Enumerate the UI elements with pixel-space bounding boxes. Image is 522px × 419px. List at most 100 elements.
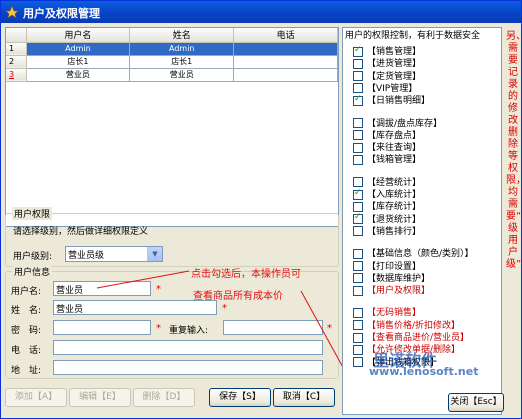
checkbox-empty-icon[interactable] [353,58,363,69]
checkbox-empty-icon[interactable] [353,142,363,153]
checkbox-checked-icon[interactable] [353,45,363,57]
checkbox-checked-icon[interactable] [353,212,363,225]
permission-checkbox[interactable]: 【无码销售】 [353,305,421,318]
permission-checkbox[interactable]: 【库存盘点】 [353,128,421,141]
permission-checkbox[interactable]: 【基础信息（颜色/类别）】 [353,246,474,259]
save-button[interactable]: 保存【S】 [209,388,271,407]
title-bar[interactable]: 用户及权限管理 [1,1,521,23]
cancel-button[interactable]: 取消【C】 [273,388,335,407]
chevron-down-icon[interactable]: ▼ [147,247,162,261]
user-permission-legend: 用户权限 [12,207,53,220]
permission-checkbox[interactable]: 【日销售明细】 [353,93,431,107]
add-button[interactable]: 添加【A】 [5,388,67,407]
user-level-select[interactable]: 营业员级 ▼ [65,246,163,262]
password-field[interactable] [53,320,151,335]
checkbox-checked-icon[interactable] [353,94,363,106]
permission-checkbox[interactable]: 【退货统计】 [353,212,421,225]
col-header-phone[interactable]: 电话 [233,28,338,43]
repeat-password-field[interactable] [223,320,323,335]
password-label: 密 码: [11,326,42,336]
checkbox-empty-icon[interactable] [353,261,363,271]
close-button[interactable]: 关闭【Esc】 [448,393,504,412]
checkbox-empty-icon[interactable] [353,285,363,296]
checkbox-empty-icon[interactable] [353,83,363,94]
username-field[interactable]: 营业员 [53,281,151,296]
permission-checkbox[interactable]: 【查看商品进价/营业员】 [353,330,469,343]
permission-label: 【销售排行】 [367,226,422,237]
permission-checkbox[interactable]: 【入库统计】 [353,187,421,200]
user-permission-window: 用户及权限管理 用户名 姓名 电话 1 Admin Admin 2 店长1 店长… [0,0,522,419]
edit-button[interactable]: 编辑【E】 [69,388,131,407]
permission-checkbox[interactable]: 【数据库维护】 [353,271,430,284]
checkbox-empty-icon[interactable] [353,201,363,212]
window-title: 用户及权限管理 [23,7,100,20]
checkbox-empty-icon[interactable] [353,332,363,343]
permission-checkbox[interactable]: 【进货管理】 [353,56,421,69]
delete-button[interactable]: 删除【D】 [133,388,195,407]
cell-phone[interactable] [233,42,338,56]
col-header-name[interactable]: 姓名 [129,28,235,43]
table-row[interactable]: 1 Admin Admin [6,42,338,56]
checkbox-empty-icon[interactable] [353,248,363,259]
phone-field[interactable] [53,340,323,355]
permission-checkbox[interactable]: 【销售管理】 [353,44,421,57]
cell-name[interactable]: Admin [129,42,235,56]
user-info-legend: 用户信息 [12,265,53,278]
table-row[interactable]: 3 营业员 营业员 [6,68,338,82]
permission-checkbox[interactable]: 【销售价格/折扣修改】 [353,318,460,331]
permission-checkbox[interactable]: 【VIP管理】 [353,81,417,94]
name-field[interactable]: 营业员 [53,300,217,315]
checkbox-empty-icon[interactable] [353,320,363,331]
checkbox-empty-icon[interactable] [353,344,363,355]
permission-checkbox[interactable]: 【钱箱管理】 [353,152,422,166]
permission-checkbox[interactable]: 【定货管理】 [353,69,421,82]
checkbox-empty-icon[interactable] [353,118,363,128]
permission-checkbox[interactable]: 【来往查询】 [353,140,421,153]
cell-phone[interactable] [233,55,338,69]
user-level-value: 营业员级 [68,251,105,261]
grid-corner [6,28,27,43]
annotation-line-2: 查看商品所有成本价 [193,291,283,302]
cell-username[interactable]: 营业员 [26,68,131,82]
required-mark: * [156,323,161,334]
permission-checkbox[interactable]: 【经营统计】 [353,175,421,188]
table-row[interactable]: 2 店长1 店长1 [6,55,338,69]
cell-username[interactable]: 店长1 [26,55,131,69]
permission-label: 【钱箱管理】 [367,155,422,166]
checkbox-empty-icon[interactable] [353,357,363,368]
annotation-line-1: 点击勾选后，本操作员可 [191,269,301,280]
checkbox-empty-icon[interactable] [353,130,363,141]
permission-checkbox[interactable]: 【库存统计】 [353,199,421,212]
permission-checkbox[interactable]: 【销售排行】 [353,224,422,237]
cell-name[interactable]: 店长1 [129,55,235,69]
permission-label: 【日销售明细】 [367,96,431,107]
repeat-password-label: 重复输入: [169,326,209,336]
checkbox-empty-icon[interactable] [353,226,363,237]
checkbox-empty-icon[interactable] [353,177,363,188]
address-label: 地 址: [11,366,42,376]
required-mark: * [156,284,161,295]
permission-hint: 请选择级别，然后做详细权限定义 [13,227,149,237]
permission-checkbox[interactable]: 【打印设置】 [353,259,421,272]
cell-phone[interactable] [233,68,338,82]
cell-name[interactable]: 营业员 [129,68,235,82]
phone-label: 电 话: [11,346,42,356]
permission-checkbox[interactable]: 【用户及权限】 [353,283,431,297]
user-grid[interactable]: 用户名 姓名 电话 1 Admin Admin 2 店长1 店长1 3 营业员 … [5,27,339,227]
checkbox-empty-icon[interactable] [353,307,363,318]
user-level-label: 用户级别: [13,252,53,262]
watermark-url: www.lenosoft.net [369,365,479,378]
col-header-username[interactable]: 用户名 [26,28,131,43]
permission-checkbox[interactable]: 【调拔/盘点库存】 [353,116,442,129]
permission-label: 【用户及权限】 [367,286,431,297]
checkbox-empty-icon[interactable] [353,273,363,284]
row-number: 2 [6,55,27,69]
username-label: 用户名: [11,287,42,297]
name-label: 姓 名: [11,306,42,316]
checkbox-empty-icon[interactable] [353,71,363,82]
cell-username[interactable]: Admin [26,42,131,56]
checkbox-checked-icon[interactable] [353,188,363,200]
user-permission-group: 用户权限 [5,207,339,267]
checkbox-empty-icon[interactable] [353,154,363,165]
address-field[interactable] [53,360,323,375]
